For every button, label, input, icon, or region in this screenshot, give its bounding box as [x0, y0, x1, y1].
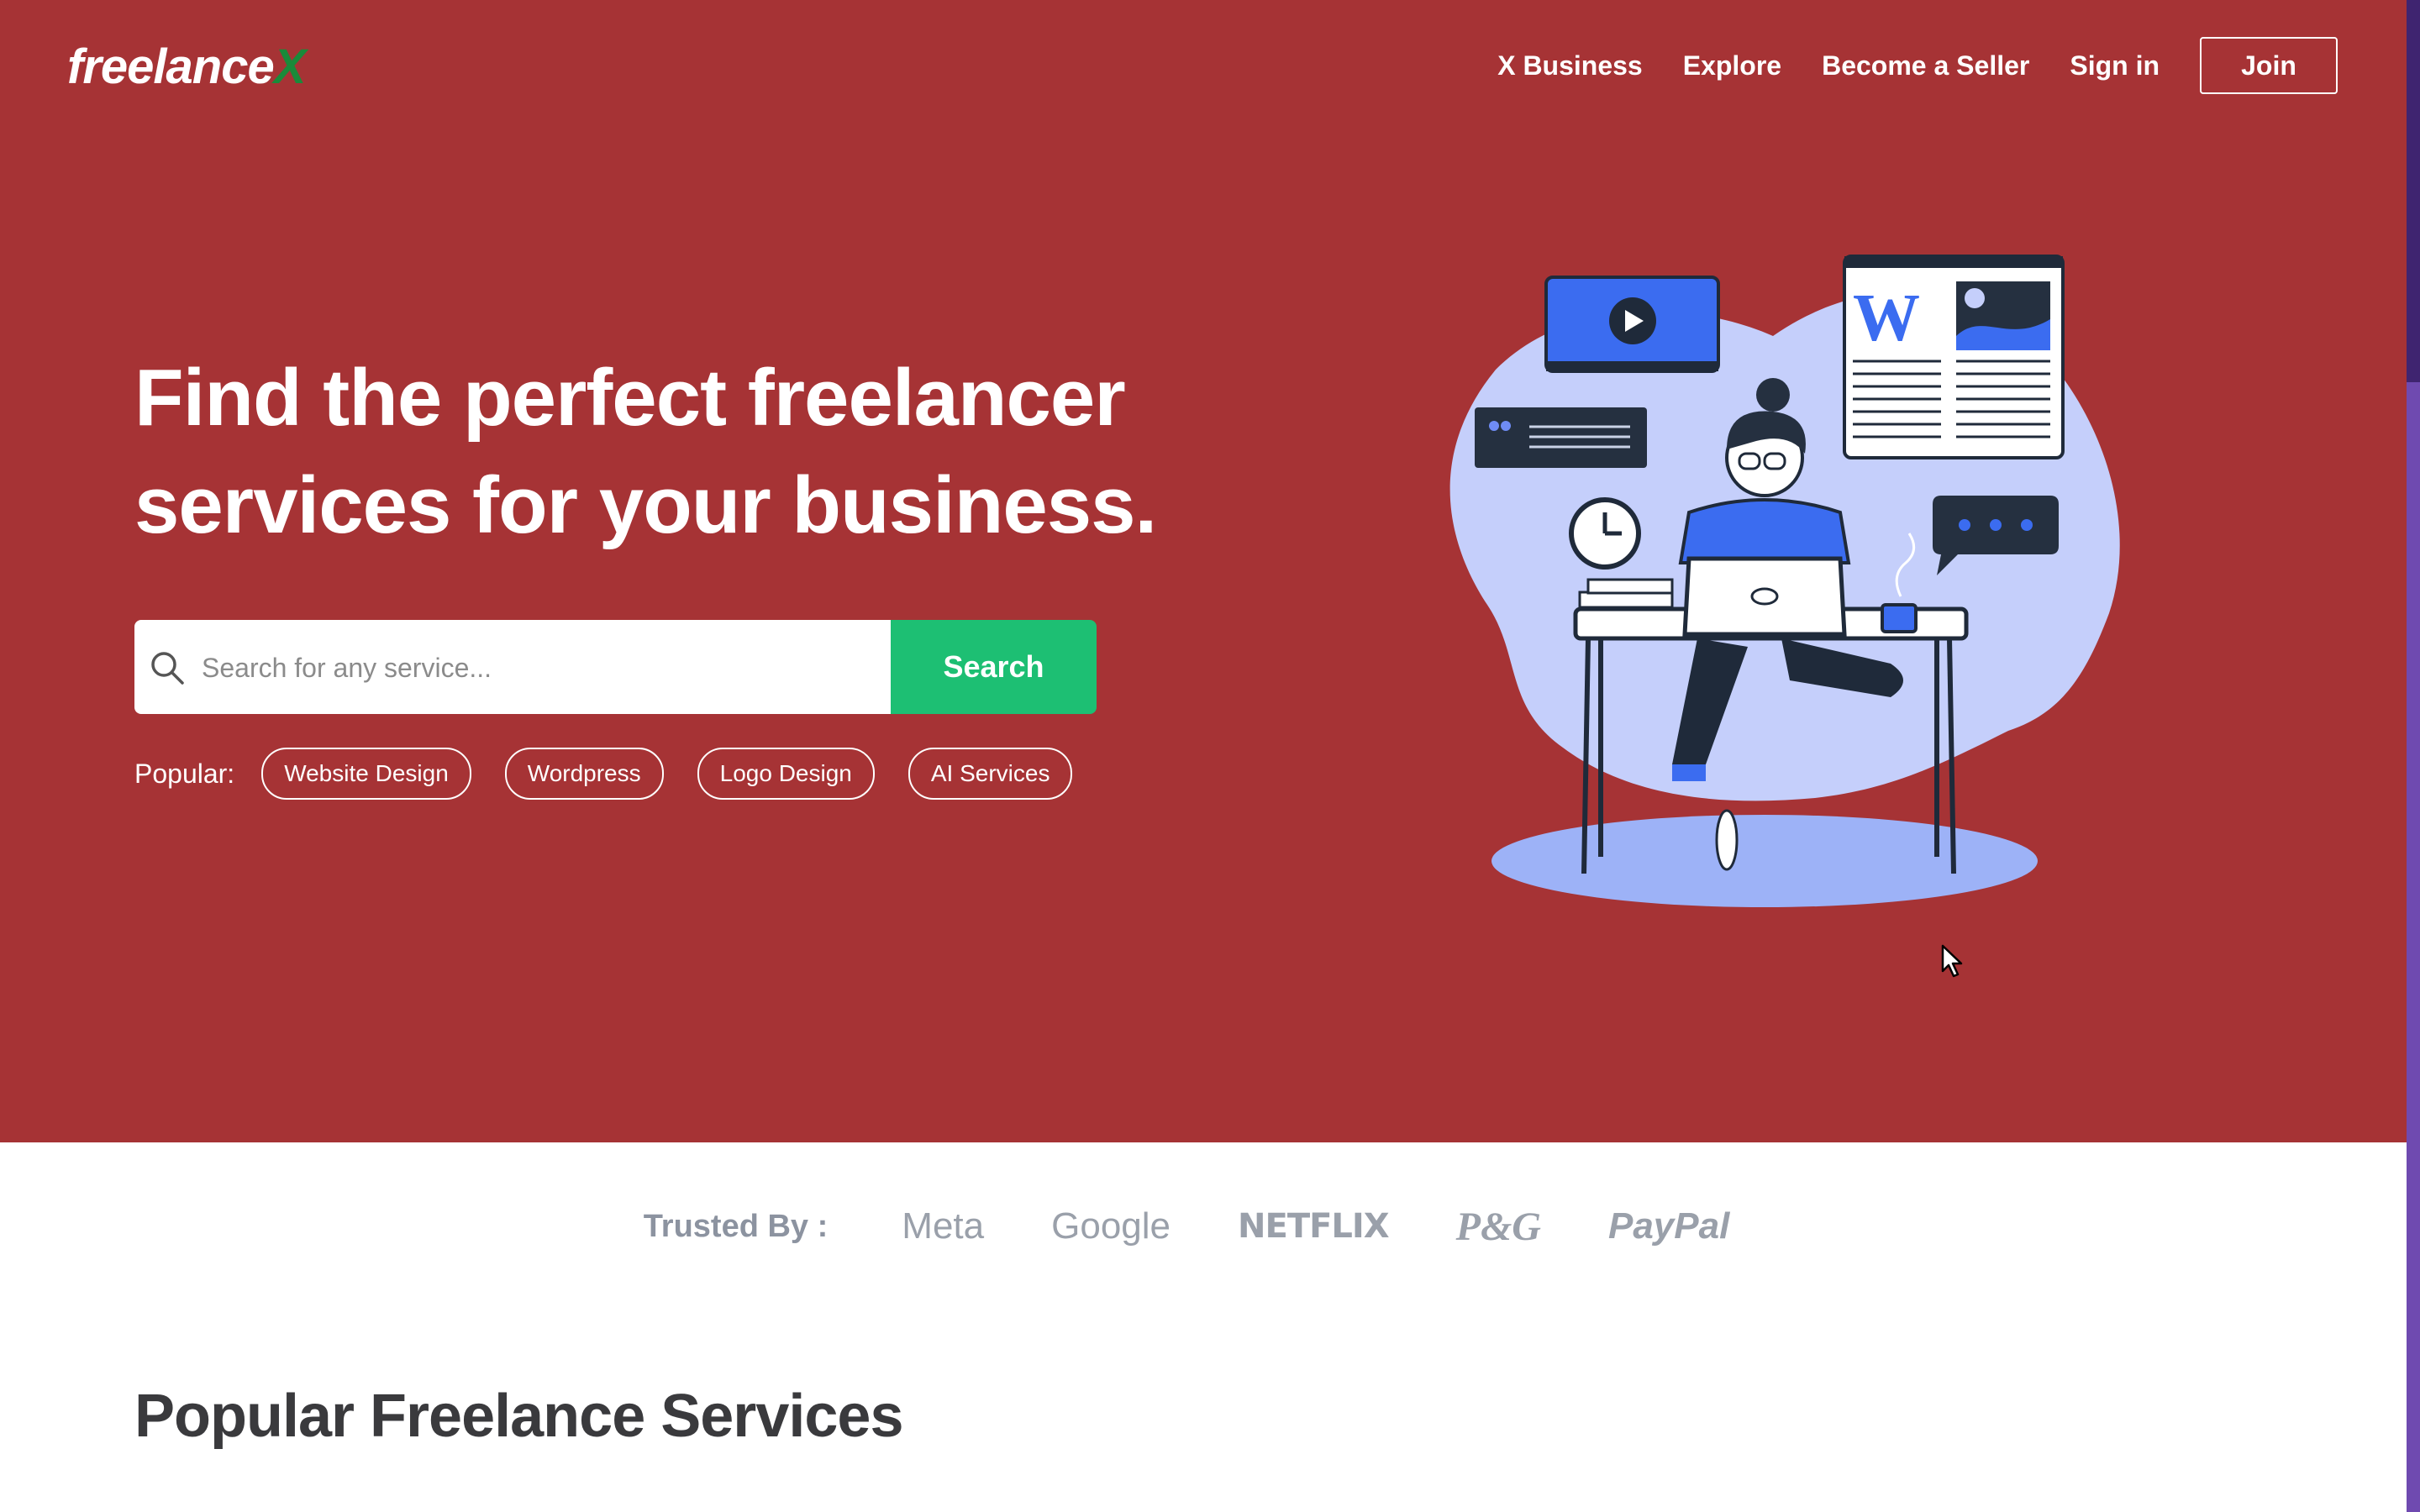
brand-logo-google: Google [1051, 1205, 1171, 1247]
search-icon [151, 652, 184, 685]
brand-logo-pg: P&G [1455, 1204, 1541, 1249]
popular-tag-website-design[interactable]: Website Design [261, 748, 471, 800]
popular-tag-ai-services[interactable]: AI Services [908, 748, 1073, 800]
brand-name-accent: X [273, 39, 307, 94]
scrollbar-track[interactable] [2407, 382, 2420, 1512]
search-bar: Search [134, 620, 1097, 716]
search-button[interactable]: Search [891, 620, 1097, 714]
scrollbar-thumb[interactable] [2407, 0, 2420, 382]
join-button[interactable]: Join [2200, 37, 2338, 94]
nav-sign-in[interactable]: Sign in [2070, 37, 2160, 94]
search-input[interactable] [200, 620, 876, 716]
brand-logo[interactable]: freelanceX [67, 34, 307, 101]
hero-illustration: W [1449, 255, 2120, 907]
coffee-cup [1881, 603, 1918, 633]
hero-headline-line1: Find the perfect freelancer [134, 353, 1126, 443]
nav-x-business[interactable]: X Business [1497, 37, 1643, 94]
popular-label: Popular: [134, 758, 235, 789]
laptop [1682, 556, 1847, 637]
hero-headline-line2: services for your business. [134, 460, 1157, 550]
brand-logo-paypal: PayPal [1607, 1205, 1730, 1247]
brand-logo-netflix: NETFLIX [1238, 1207, 1390, 1246]
hero-headline: Find the perfect freelancer services for… [134, 344, 1227, 559]
svg-text:W: W [1853, 281, 1920, 355]
nav-explore[interactable]: Explore [1683, 37, 1781, 94]
popular-tag-logo-design[interactable]: Logo Design [697, 748, 875, 800]
popular-tags: Popular: Website Design Wordpress Logo D… [134, 748, 1106, 800]
cursor-icon [1941, 944, 1963, 978]
brand-name: freelance [67, 39, 275, 94]
brand-logo-meta: Meta [902, 1205, 985, 1247]
popular-tag-wordpress[interactable]: Wordpress [504, 748, 664, 800]
search-field[interactable] [134, 620, 891, 716]
nav-become-seller[interactable]: Become a Seller [1822, 37, 2029, 94]
trusted-by-label: Trusted By : [643, 1208, 829, 1244]
top-nav: X Business Explore Become a Seller Sign … [1457, 37, 2338, 94]
trusted-by-strip: Trusted By : Meta Google NETFLIX P&G Pay… [0, 1176, 2407, 1277]
section-title: Popular Freelance Services [134, 1383, 903, 1450]
page-scrollbar[interactable] [2407, 0, 2420, 1512]
